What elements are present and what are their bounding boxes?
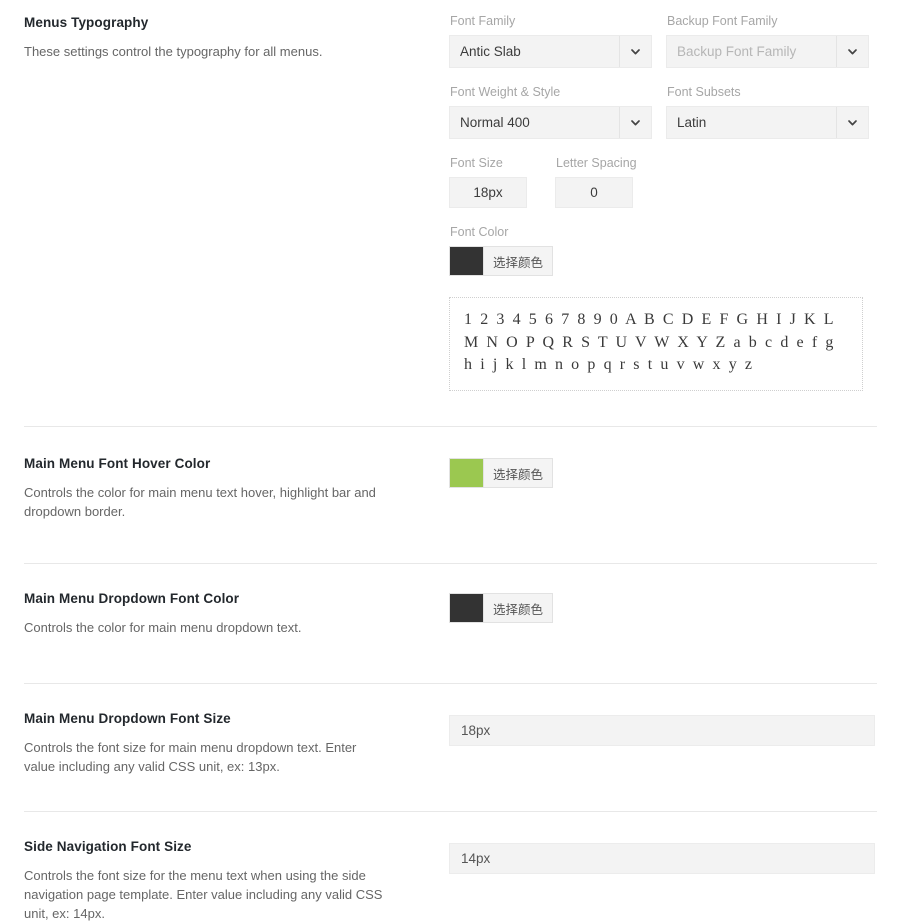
font-weight-style-control: Font Weight & Style Normal 400 [449, 85, 652, 139]
section-description-column: Main Menu Dropdown Font Color Controls t… [24, 590, 424, 637]
font-preview: 1 2 3 4 5 6 7 8 9 0 A B C D E F G H I J … [449, 297, 863, 392]
font-family-value: Antic Slab [460, 44, 521, 59]
section-description: Controls the color for main menu text ho… [24, 484, 376, 519]
section-description-column: Main Menu Font Hover Color Controls the … [24, 455, 424, 521]
typography-controls: Font Family Antic Slab Backup Font Famil… [424, 14, 877, 392]
backup-font-family-select[interactable]: Backup Font Family [666, 35, 869, 68]
section-control-column [424, 710, 877, 746]
letter-spacing-control: Letter Spacing [555, 156, 637, 208]
letter-spacing-input[interactable] [555, 177, 633, 208]
section-title: Side Navigation Font Size [24, 838, 192, 854]
section-side-navigation-font-size: Side Navigation Font Size Controls the f… [0, 812, 911, 923]
dropdown-font-color-picker[interactable]: 选择颜色 [449, 593, 554, 624]
backup-font-family-control: Backup Font Family Backup Font Family [666, 14, 869, 68]
dropdown-font-size-input[interactable] [449, 714, 875, 746]
backup-font-family-label: Backup Font Family [667, 14, 778, 28]
section-description-column: Side Navigation Font Size Controls the f… [24, 838, 424, 923]
chevron-down-icon [836, 107, 868, 138]
font-family-label: Font Family [450, 14, 516, 28]
section-control-column: 选择颜色 [424, 590, 877, 627]
section-description-column: Menus Typography These settings control … [24, 14, 424, 61]
section-title: Main Menu Font Hover Color [24, 456, 211, 472]
font-family-select[interactable]: Antic Slab [449, 35, 652, 68]
section-control-column: 选择颜色 [424, 455, 877, 492]
font-family-control: Font Family Antic Slab [449, 14, 652, 68]
choose-color-button[interactable]: 选择颜色 [483, 594, 552, 623]
color-swatch[interactable] [450, 459, 483, 488]
section-title: Main Menu Dropdown Font Color [24, 591, 240, 607]
color-swatch[interactable] [450, 594, 483, 623]
backup-font-family-value: Backup Font Family [677, 44, 797, 59]
chevron-down-icon [619, 107, 651, 138]
font-size-control: Font Size [449, 156, 527, 208]
hover-color-picker[interactable]: 选择颜色 [449, 458, 554, 489]
section-description: Controls the font size for the menu text… [24, 867, 383, 921]
font-weight-style-label: Font Weight & Style [450, 85, 561, 99]
font-subsets-control: Font Subsets Latin [666, 85, 869, 139]
settings-panel: Menus Typography These settings control … [0, 0, 911, 921]
page-title: Menus Typography [24, 15, 149, 30]
font-subsets-label: Font Subsets [667, 85, 741, 99]
font-weight-style-select[interactable]: Normal 400 [449, 106, 652, 139]
chevron-down-icon [619, 36, 651, 67]
font-subsets-select[interactable]: Latin [666, 106, 869, 139]
font-size-label: Font Size [450, 156, 503, 170]
choose-color-button[interactable]: 选择颜色 [483, 459, 552, 488]
section-title: Main Menu Dropdown Font Size [24, 710, 231, 726]
font-color-control: Font Color 选择颜色 [449, 225, 877, 280]
section-main-menu-dropdown-font-size: Main Menu Dropdown Font Size Controls th… [0, 684, 911, 776]
font-color-label: Font Color [450, 225, 509, 239]
font-color-picker[interactable]: 选择颜色 [449, 246, 554, 276]
font-size-input[interactable] [449, 177, 527, 208]
color-swatch[interactable] [450, 247, 483, 275]
font-weight-style-value: Normal 400 [460, 115, 530, 130]
section-menus-typography: Menus Typography These settings control … [0, 0, 911, 392]
section-main-menu-font-hover-color: Main Menu Font Hover Color Controls the … [0, 427, 911, 521]
section-control-column [424, 838, 877, 874]
section-main-menu-dropdown-font-color: Main Menu Dropdown Font Color Controls t… [0, 564, 911, 637]
section-description: Controls the font size for main menu dro… [24, 739, 357, 774]
section-description: Controls the color for main menu dropdow… [24, 619, 302, 635]
section-description-column: Main Menu Dropdown Font Size Controls th… [24, 710, 424, 776]
font-subsets-value: Latin [677, 115, 707, 130]
side-nav-font-size-input[interactable] [449, 842, 875, 874]
choose-color-button[interactable]: 选择颜色 [483, 247, 552, 275]
section-description: These settings control the typography fo… [24, 43, 323, 59]
chevron-down-icon [836, 36, 868, 67]
letter-spacing-label: Letter Spacing [556, 156, 637, 170]
